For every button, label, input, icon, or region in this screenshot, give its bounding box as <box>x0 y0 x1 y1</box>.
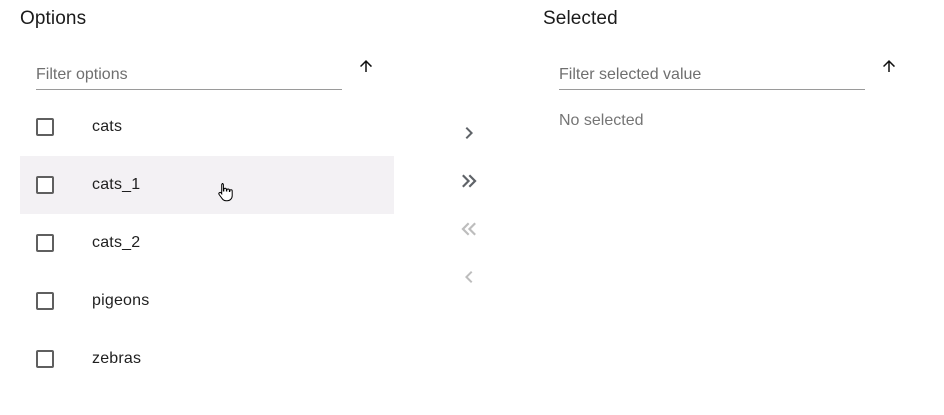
arrow-up-icon <box>360 60 372 72</box>
hand-pointer-cursor-icon <box>218 183 233 202</box>
list-item[interactable]: pigeons <box>20 272 394 330</box>
item-checkbox[interactable] <box>36 292 54 310</box>
arrow-up-icon <box>883 60 895 72</box>
item-label: pigeons <box>92 292 150 309</box>
selected-filter-input[interactable] <box>559 57 865 89</box>
empty-selected-message: No selected <box>559 112 644 129</box>
list-item[interactable]: cats_2 <box>20 214 394 272</box>
list-item[interactable]: zebras <box>20 330 394 388</box>
options-sort-button[interactable] <box>354 54 378 78</box>
move-all-right-button[interactable] <box>455 167 483 195</box>
options-filter-field[interactable] <box>36 57 342 90</box>
item-checkbox[interactable] <box>36 234 54 252</box>
item-checkbox[interactable] <box>36 118 54 136</box>
dual-list-box: Options cats cats_1 cats_2 pigeons zebra… <box>0 0 944 415</box>
double-chevron-left-icon <box>461 222 476 236</box>
item-label: cats <box>92 118 123 135</box>
item-label: zebras <box>92 350 142 367</box>
item-label: cats_1 <box>92 176 141 193</box>
selected-filter-field[interactable] <box>559 57 865 90</box>
options-filter-input[interactable] <box>36 57 342 89</box>
chevron-right-icon <box>465 127 473 139</box>
options-title: Options <box>20 8 87 29</box>
move-selected-left-button[interactable] <box>455 263 483 291</box>
options-list: cats cats_1 cats_2 pigeons zebras <box>20 98 394 388</box>
item-checkbox[interactable] <box>36 176 54 194</box>
selected-title: Selected <box>543 8 618 29</box>
selected-sort-button[interactable] <box>877 54 901 78</box>
double-chevron-right-icon <box>462 174 477 188</box>
item-label: cats_2 <box>92 234 141 251</box>
list-item[interactable]: cats <box>20 98 394 156</box>
list-item[interactable]: cats_1 <box>20 156 394 214</box>
chevron-left-icon <box>465 271 473 283</box>
item-checkbox[interactable] <box>36 350 54 368</box>
move-selected-right-button[interactable] <box>455 119 483 147</box>
move-all-left-button[interactable] <box>455 215 483 243</box>
